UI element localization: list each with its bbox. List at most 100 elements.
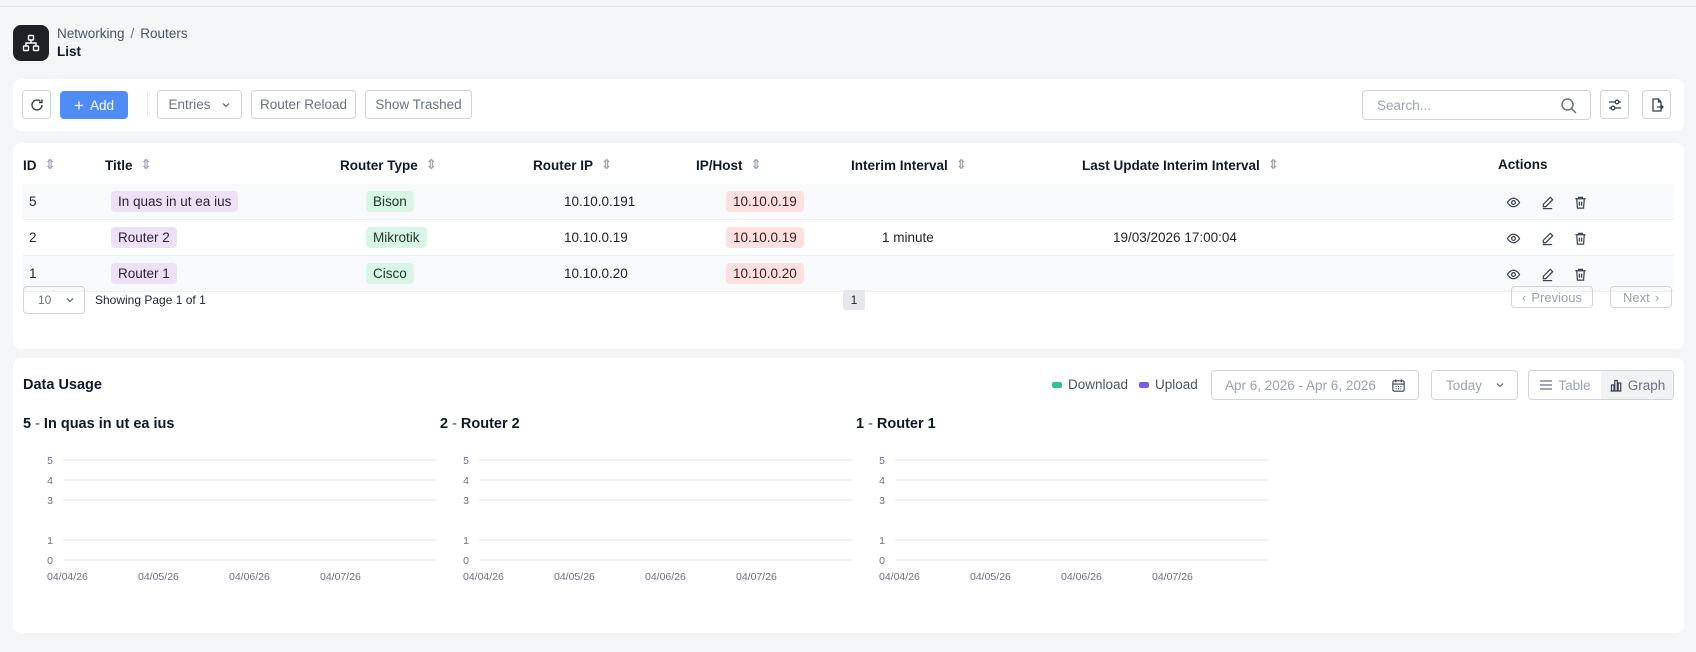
y-tick-label: 5: [879, 455, 885, 467]
column-router-ip[interactable]: Router IP ⇕: [533, 157, 612, 173]
column-interim-interval[interactable]: Interim Interval ⇕: [851, 157, 967, 173]
page-size-select[interactable]: 10: [23, 286, 85, 314]
bar-chart-icon: [1610, 379, 1622, 392]
column-ip-host[interactable]: IP/Host ⇕: [696, 157, 762, 173]
toolbar-divider: [147, 92, 148, 116]
previous-button[interactable]: ‹ Previous: [1511, 286, 1593, 308]
view-button[interactable]: [1504, 229, 1522, 247]
sort-icon[interactable]: ⇕: [141, 157, 152, 173]
column-router-type[interactable]: Router Type ⇕: [340, 157, 437, 173]
eye-icon: [1506, 233, 1520, 243]
chart-router-name: Router 2: [460, 416, 520, 432]
table-row: 5 In quas in ut ea ius Bison 10.10.0.191…: [23, 184, 1674, 220]
column-id[interactable]: ID ⇕: [23, 157, 56, 173]
toolbar: + Add Entries Router Reload Show Trashed…: [13, 79, 1684, 131]
x-tick-label: 04/06/26: [645, 571, 686, 583]
date-range-value: Apr 6, 2026 - Apr 6, 2026: [1225, 377, 1376, 393]
title-badge: Router 1: [111, 263, 177, 284]
plus-icon: +: [74, 95, 84, 115]
table-row: 2 Router 2 Mikrotik 10.10.0.19 10.10.0.1…: [23, 220, 1674, 256]
filter-settings-button[interactable]: [1600, 90, 1629, 119]
x-tick-label: 04/05/26: [554, 571, 595, 583]
view-table-label: Table: [1558, 377, 1591, 393]
next-button[interactable]: Next ›: [1610, 286, 1672, 308]
table-row: 1 Router 1 Cisco 10.10.0.20 10.10.0.20: [23, 256, 1674, 292]
show-trashed-button[interactable]: Show Trashed: [365, 90, 472, 119]
column-title[interactable]: Title ⇕: [105, 157, 152, 173]
upload-swatch: [1139, 381, 1149, 388]
x-tick-label: 04/04/26: [463, 571, 504, 583]
sort-icon[interactable]: ⇕: [1268, 157, 1279, 173]
sort-icon[interactable]: ⇕: [751, 157, 762, 173]
entries-dropdown[interactable]: Entries: [157, 90, 242, 119]
pencil-icon: [1542, 231, 1554, 245]
period-select[interactable]: Today: [1431, 370, 1518, 400]
page-size-value: 10: [38, 293, 52, 307]
search-icon[interactable]: [1560, 97, 1578, 115]
add-button-label: Add: [89, 97, 114, 113]
cell-router-ip: 10.10.0.20: [564, 266, 628, 281]
cell-last-update: 19/03/2026 17:00:04: [1113, 230, 1237, 245]
breadcrumb-routers[interactable]: Routers: [140, 26, 187, 41]
add-button[interactable]: + Add: [60, 91, 128, 119]
date-range-picker[interactable]: Apr 6, 2026 - Apr 6, 2026: [1211, 370, 1419, 400]
search-box[interactable]: Search...: [1362, 90, 1591, 120]
legend-download[interactable]: Download: [1052, 377, 1128, 392]
title-dash: -: [452, 416, 457, 432]
sort-icon[interactable]: ⇕: [601, 157, 612, 173]
ip-host-badge: 10.10.0.19: [726, 227, 804, 248]
refresh-button[interactable]: [22, 90, 51, 119]
x-tick-label: 04/06/26: [229, 571, 270, 583]
breadcrumb-networking[interactable]: Networking: [57, 26, 125, 41]
next-label: Next: [1622, 289, 1650, 305]
search-input[interactable]: Search...: [1377, 98, 1431, 113]
view-button[interactable]: [1504, 265, 1522, 283]
pencil-icon: [1542, 195, 1554, 209]
pencil-icon: [1542, 267, 1554, 281]
chevron-down-icon: [66, 298, 74, 303]
period-value: Today: [1446, 377, 1483, 393]
chart-title-router-1: 1- Router 1: [856, 416, 936, 432]
delete-button[interactable]: [1571, 193, 1589, 211]
y-tick-label: 1: [463, 535, 469, 547]
sort-icon[interactable]: ⇕: [956, 157, 967, 173]
page-title: List: [57, 44, 82, 59]
router-type-badge: Cisco: [366, 263, 414, 284]
delete-button[interactable]: [1571, 229, 1589, 247]
view-button[interactable]: [1504, 193, 1522, 211]
title-dash: -: [35, 416, 40, 432]
cell-id: 5: [29, 194, 37, 209]
page-button-1[interactable]: 1: [843, 290, 865, 310]
network-icon: [13, 25, 49, 61]
y-tick-label: 5: [47, 455, 53, 467]
pagination-info: Showing Page 1 of 1: [95, 293, 206, 307]
view-graph-label: Graph: [1627, 377, 1666, 393]
delete-button[interactable]: [1571, 265, 1589, 283]
x-tick-label: 04/07/26: [320, 571, 361, 583]
router-type-badge: Mikrotik: [366, 227, 427, 248]
legend-upload[interactable]: Upload: [1139, 377, 1198, 392]
edit-button[interactable]: [1538, 265, 1556, 283]
previous-label: Previous: [1531, 289, 1582, 305]
chart-title-router-5: 5- In quas in ut ea ius: [23, 416, 174, 432]
edit-button[interactable]: [1538, 229, 1556, 247]
x-tick-label: 04/05/26: [970, 571, 1011, 583]
x-tick-label: 04/04/26: [879, 571, 920, 583]
sort-icon[interactable]: ⇕: [45, 157, 56, 173]
router-reload-button[interactable]: Router Reload: [251, 90, 356, 119]
view-graph-button[interactable]: Graph: [1601, 371, 1673, 399]
chevron-right-icon: ›: [1654, 289, 1660, 305]
sort-icon[interactable]: ⇕: [426, 157, 437, 173]
column-last-update[interactable]: Last Update Interim Interval ⇕: [1082, 157, 1279, 173]
data-usage-title: Data Usage: [23, 377, 102, 393]
trash-icon: [1574, 268, 1586, 281]
x-tick-label: 04/06/26: [1061, 571, 1102, 583]
export-button[interactable]: [1642, 90, 1671, 119]
legend-download-label: Download: [1068, 377, 1129, 392]
y-tick-label: 0: [47, 555, 53, 567]
cell-id: 1: [29, 266, 37, 281]
x-tick-label: 04/05/26: [138, 571, 179, 583]
view-table-button[interactable]: Table: [1529, 371, 1601, 399]
edit-button[interactable]: [1538, 193, 1556, 211]
chart-router-name: In quas in ut ea ius: [43, 416, 175, 432]
